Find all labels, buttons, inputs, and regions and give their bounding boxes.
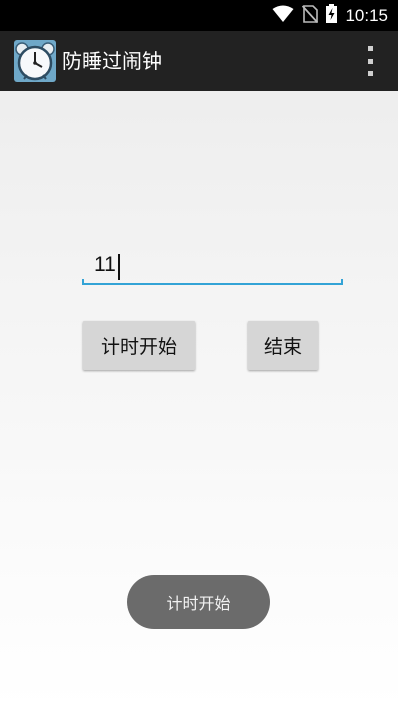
input-underline — [82, 283, 343, 285]
text-caret — [118, 254, 120, 280]
wifi-icon — [272, 5, 294, 27]
overflow-dot — [367, 46, 373, 51]
status-icons: 10:15 — [272, 0, 388, 31]
action-bar: 防睡过闹钟 — [0, 31, 398, 91]
toast-message: 计时开始 — [127, 575, 270, 629]
battery-charging-icon — [326, 4, 338, 27]
alarm-clock-icon[interactable] — [14, 40, 56, 82]
overflow-dot — [367, 58, 373, 64]
start-timer-button[interactable]: 计时开始 — [83, 321, 195, 370]
input-underline-tick — [82, 279, 84, 285]
end-button[interactable]: 结束 — [248, 321, 318, 370]
overflow-dot — [367, 71, 373, 76]
minutes-field[interactable] — [82, 247, 343, 286]
minutes-input[interactable] — [82, 247, 343, 283]
status-time: 10:15 — [345, 5, 388, 25]
no-sim-icon — [302, 4, 319, 27]
status-bar: 10:15 — [0, 0, 398, 31]
app-title: 防睡过闹钟 — [62, 49, 162, 73]
overflow-menu-icon[interactable] — [364, 46, 376, 76]
input-underline-tick — [341, 279, 343, 285]
